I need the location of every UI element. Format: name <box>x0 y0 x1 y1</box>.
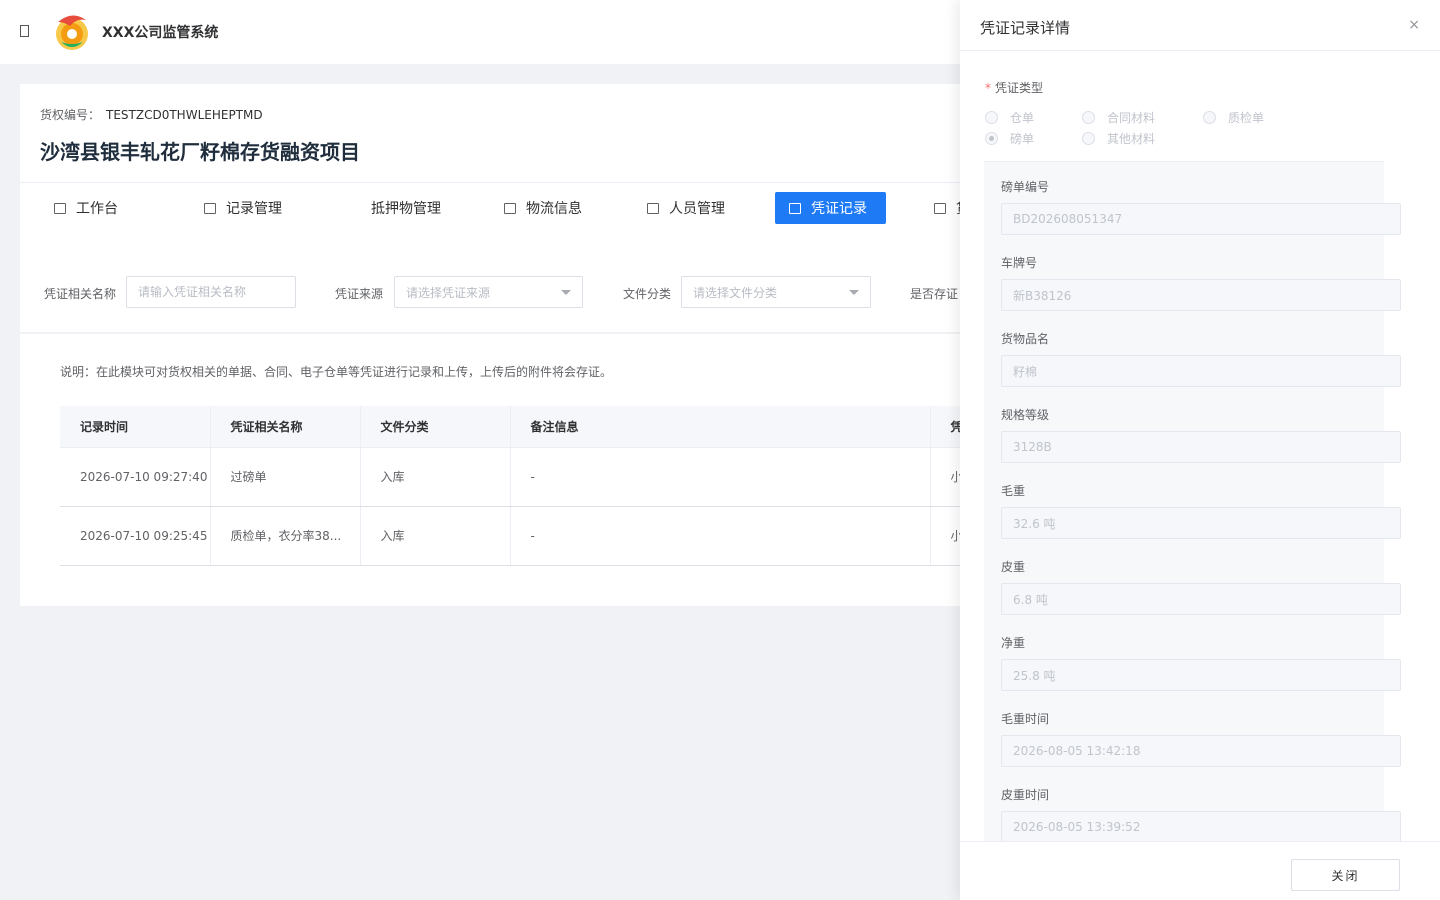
table-cell: 入库 <box>360 447 511 507</box>
book-icon <box>204 202 216 214</box>
chevron-down-icon <box>849 289 859 295</box>
radio-circle <box>1203 111 1216 124</box>
drawer-header: 凭证记录详情 × <box>960 0 1440 51</box>
tab-label: 人员管理 <box>669 201 725 217</box>
file-category-placeholder: 请选择文件分类 <box>693 285 778 300</box>
voucher-type-label-text: 凭证类型 <box>995 81 1044 95</box>
tab-label: 凭证记录 <box>811 201 867 217</box>
table-cell: 2026-07-10 09:25:45 <box>60 506 211 566</box>
net-weight-field[interactable]: 25.8 吨 <box>1001 659 1401 691</box>
tare-weight-field[interactable]: 6.8 吨 <box>1001 583 1401 615</box>
tab-label: 记录管理 <box>226 201 282 217</box>
field-label: 皮重 <box>1001 560 1026 574</box>
table-cell: 过磅单 <box>210 447 361 507</box>
field-label: 毛重 <box>1001 484 1026 498</box>
field-label: 规格等级 <box>1001 408 1050 422</box>
column-header: 文件分类 <box>360 406 511 448</box>
field-label: 毛重时间 <box>1001 712 1050 726</box>
gross-weight-field[interactable]: 32.6 吨 <box>1001 507 1401 539</box>
radio-other[interactable]: 其他材料 <box>1082 130 1155 147</box>
field-label: 货物品名 <box>1001 332 1050 346</box>
image-icon <box>789 202 801 214</box>
table-cell: 小 <box>930 506 960 566</box>
monitor-icon <box>54 202 66 214</box>
users-icon <box>647 202 659 214</box>
voucher-name-input[interactable] <box>126 276 296 308</box>
radio-circle <box>985 132 998 145</box>
field-label: 磅单编号 <box>1001 180 1050 194</box>
table-cell: 小 <box>930 447 960 507</box>
tab-logistics[interactable]: 物流信息 <box>490 192 596 224</box>
tab-records[interactable]: 记录管理 <box>190 192 296 224</box>
voucher-table: 记录时间 凭证相关名称 文件分类 备注信息 凭 2026-07-10 09:27… <box>60 406 963 566</box>
column-header: 记录时间 <box>60 406 211 448</box>
tab-workbench[interactable]: 工作台 <box>40 192 132 224</box>
close-button[interactable]: 关闭 <box>1291 859 1400 891</box>
file-category-select[interactable]: 请选择文件分类 <box>681 276 871 308</box>
app-title: XXX公司监管系统 <box>102 25 219 41</box>
project-title: 沙湾县银丰轧花厂籽棉存货融资项目 <box>40 140 360 164</box>
field-label: 净重 <box>1001 636 1026 650</box>
column-header: 凭 <box>930 406 963 448</box>
grade-field[interactable]: 3128B <box>1001 431 1401 463</box>
radio-label: 合同材料 <box>1107 111 1156 125</box>
radio-label: 其他材料 <box>1107 132 1156 146</box>
stored-label: 是否存证 <box>910 287 959 301</box>
tab-label: 物流信息 <box>526 201 582 217</box>
radio-quality-report[interactable]: 质检单 <box>1203 109 1264 126</box>
table-cell: 入库 <box>360 506 511 566</box>
radio-circle <box>1082 111 1095 124</box>
column-header: 凭证相关名称 <box>210 406 361 448</box>
radio-label: 仓单 <box>1010 111 1035 125</box>
voucher-source-label: 凭证来源 <box>335 287 384 301</box>
drawer-body: * 凭证类型 仓单 合同材料 质检单 磅单 其他材料 磅单编号 BD2026080… <box>960 51 1440 841</box>
plate-number-field[interactable]: 新B38126 <box>1001 279 1401 311</box>
radio-contract[interactable]: 合同材料 <box>1082 109 1155 126</box>
weighbill-number-field[interactable]: BD202608051347 <box>1001 203 1401 235</box>
radio-label: 磅单 <box>1010 132 1035 146</box>
goods-name-field[interactable]: 籽棉 <box>1001 355 1401 387</box>
voucher-detail-drawer: 凭证记录详情 × * 凭证类型 仓单 合同材料 质检单 磅单 其他材料 磅单编号 … <box>960 0 1440 900</box>
tab-label: 工作台 <box>76 201 118 217</box>
column-header: 备注信息 <box>510 406 931 448</box>
radio-warehouse-receipt[interactable]: 仓单 <box>985 109 1034 126</box>
bell-icon <box>934 202 946 214</box>
menu-toggle-icon[interactable] <box>20 25 29 37</box>
table-cell: - <box>510 506 931 566</box>
truck-icon <box>504 202 516 214</box>
file-category-label: 文件分类 <box>623 287 672 301</box>
table-cell: 2026-07-10 09:27:40 <box>60 447 211 507</box>
gross-weight-time-field[interactable]: 2026-08-05 13:42:18 <box>1001 735 1401 767</box>
tab-label: 抵押物管理 <box>371 201 441 217</box>
table-row[interactable]: 2026-07-10 09:25:45 质检单，衣分率38... 入库 - 小 <box>60 506 960 566</box>
table-cell: 质检单，衣分率38... <box>210 506 361 566</box>
voucher-source-select[interactable]: 请选择凭证来源 <box>394 276 583 308</box>
field-label: 车牌号 <box>1001 256 1038 270</box>
voucher-type-label: * 凭证类型 <box>985 79 1043 96</box>
voucher-name-label: 凭证相关名称 <box>44 287 117 301</box>
table-row[interactable]: 2026-07-10 09:27:40 过磅单 入库 - 小 <box>60 447 960 507</box>
voucher-source-placeholder: 请选择凭证来源 <box>406 285 491 300</box>
table-cell: - <box>510 447 931 507</box>
tare-weight-time-field[interactable]: 2026-08-05 13:39:52 <box>1001 811 1401 841</box>
module-description: 说明：在此模块可对货权相关的单据、合同、电子仓单等凭证进行记录和上传，上传后的附… <box>60 365 613 379</box>
required-mark: * <box>985 81 991 95</box>
drawer-title: 凭证记录详情 <box>980 19 1071 37</box>
drawer-footer: 关闭 <box>960 841 1440 900</box>
project-code-value: TESTZCD0THWLEHEPTMD <box>106 108 263 122</box>
radio-label: 质检单 <box>1228 111 1265 125</box>
company-logo <box>56 15 88 50</box>
chevron-down-icon <box>561 289 571 295</box>
tab-personnel[interactable]: 人员管理 <box>633 192 739 224</box>
tab-vouchers[interactable]: 凭证记录 <box>775 192 886 224</box>
tab-collateral[interactable]: 抵押物管理 <box>357 192 455 224</box>
field-label: 皮重时间 <box>1001 788 1050 802</box>
table-header-row: 记录时间 凭证相关名称 文件分类 备注信息 凭 <box>60 406 963 448</box>
radio-weighbill[interactable]: 磅单 <box>985 130 1034 147</box>
close-icon[interactable]: × <box>1408 17 1420 33</box>
radio-circle <box>1082 132 1095 145</box>
project-code-label: 货权编号： <box>40 108 101 122</box>
project-code: 货权编号： TESTZCD0THWLEHEPTMD <box>40 106 263 123</box>
radio-circle <box>985 111 998 124</box>
